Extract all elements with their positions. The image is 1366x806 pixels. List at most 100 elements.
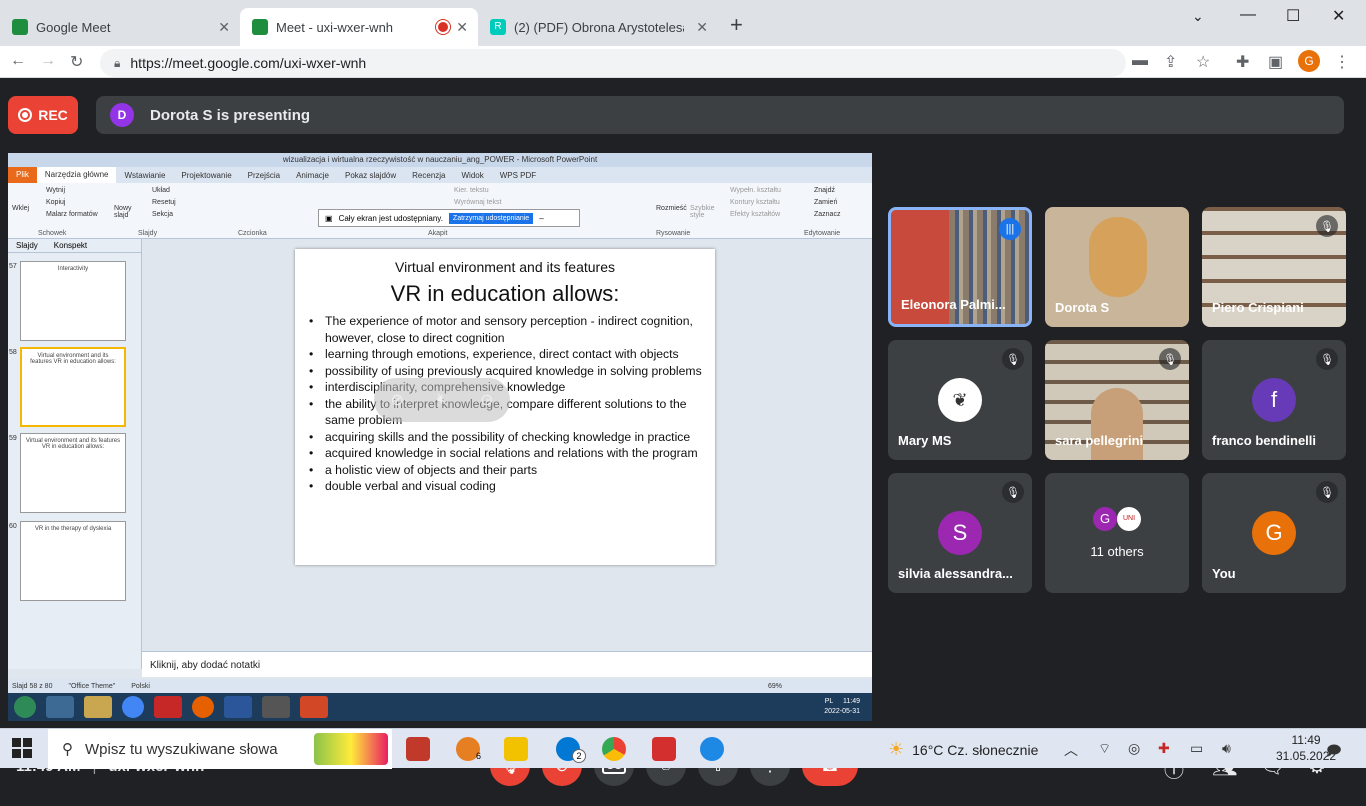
- volume-icon[interactable]: 🔊︎: [1222, 740, 1231, 757]
- ppt-text-direction[interactable]: Kier. tekstu: [454, 187, 489, 194]
- ppt-tab-plik[interactable]: Plik: [8, 167, 37, 183]
- weather-text: 16°C Cz. słonecznie: [912, 741, 1039, 758]
- minimize-icon[interactable]: —: [1240, 6, 1256, 24]
- ppt-shape-effects[interactable]: Efekty kształtów: [730, 211, 780, 218]
- ppt-tab[interactable]: Przejścia: [240, 171, 288, 180]
- ppt-shape-outline[interactable]: Kontury kształtu: [730, 199, 780, 206]
- tab-title: (2) (PDF) Obrona Arystotelesa: re: [514, 19, 684, 35]
- participant-tile[interactable]: 🎙︎ ❦ Mary MS: [888, 340, 1032, 460]
- ppt-tab[interactable]: WPS PDF: [492, 171, 544, 180]
- chevron-up-icon[interactable]: ︿: [1064, 740, 1078, 760]
- ppt-format-painter[interactable]: Malarz formatów: [46, 211, 98, 218]
- participant-tile[interactable]: ||| Eleonora Palmi...: [888, 207, 1032, 327]
- menu-dots-icon[interactable]: ⋮: [1334, 52, 1350, 72]
- extensions-icon[interactable]: ✚: [1236, 52, 1249, 72]
- profile-avatar[interactable]: G: [1298, 50, 1320, 72]
- close-icon[interactable]: ✕: [456, 19, 468, 36]
- tab-google-meet[interactable]: Google Meet ✕: [0, 8, 240, 46]
- ppt-cut[interactable]: Wytnij: [46, 187, 65, 194]
- slide-notes[interactable]: Kliknij, aby dodać notatki: [142, 651, 872, 677]
- taskbar-search[interactable]: ⚲ Wpisz tu wyszukiwane słowa: [48, 729, 392, 769]
- tab-slides[interactable]: Slajdy: [8, 239, 46, 252]
- slide-thumbnail-selected[interactable]: Virtual environment and its features VR …: [20, 347, 126, 427]
- stop-sharing-button[interactable]: Zatrzymaj udostępnianie: [448, 212, 534, 224]
- vpn-app-icon[interactable]: [700, 737, 724, 761]
- back-icon[interactable]: ←: [10, 52, 26, 70]
- presenter-avatar: D: [110, 103, 134, 127]
- slide-thumbnail[interactable]: VR in the therapy of dyslexia: [20, 521, 126, 601]
- bullet-item: the ability to interpret knowledge, comp…: [309, 396, 713, 429]
- remove-icon[interactable]: ⊖: [480, 390, 493, 410]
- ppt-replace[interactable]: Zamień: [814, 199, 837, 206]
- remote-clock: PL 11:49 2022-05-31: [824, 697, 860, 717]
- maximize-icon[interactable]: ☐: [1286, 6, 1300, 26]
- ppt-paste[interactable]: Wklej: [12, 205, 29, 212]
- ppt-copy[interactable]: Kopiuj: [46, 199, 65, 206]
- antivirus-icon[interactable]: ✚: [1158, 740, 1170, 757]
- participant-tile[interactable]: 🎙︎ f franco bendinelli: [1202, 340, 1346, 460]
- participant-name: Dorota S: [1055, 300, 1110, 315]
- close-icon[interactable]: ✕: [218, 19, 230, 36]
- meet-tray-icon[interactable]: ◎: [1128, 740, 1140, 757]
- reload-icon[interactable]: ↻: [70, 52, 83, 72]
- tab-pdf[interactable]: R (2) (PDF) Obrona Arystotelesa: re ✕: [478, 8, 718, 46]
- file-explorer-icon[interactable]: [504, 737, 528, 761]
- pin-off-icon[interactable]: ⊘: [391, 390, 404, 410]
- pdf-reader-icon[interactable]: [652, 737, 676, 761]
- participant-tile[interactable]: Dorota S: [1045, 207, 1189, 327]
- address-bar[interactable]: 🔒︎ https://meet.google.com/uxi-wxer-wnh: [100, 49, 1126, 77]
- participant-tile-others[interactable]: G UNI 11 others: [1045, 473, 1189, 593]
- tab-outline[interactable]: Konspekt: [46, 239, 95, 252]
- ppt-section[interactable]: Sekcja: [152, 211, 173, 218]
- ppt-tab-home[interactable]: Narzędzia główne: [36, 167, 117, 183]
- network-icon[interactable]: ⌔: [1098, 740, 1111, 758]
- ppt-select[interactable]: Zaznacz: [814, 211, 840, 218]
- slide-thumbnail[interactable]: Virtual environment and its features VR …: [20, 433, 126, 513]
- ppt-find[interactable]: Znajdź: [814, 187, 835, 194]
- share-icon[interactable]: ⇪: [1164, 52, 1177, 72]
- mic-off-icon: 🎙︎: [1316, 481, 1338, 503]
- window-close-icon[interactable]: ✕: [1332, 6, 1345, 26]
- slide-thumbnail[interactable]: Interactivity: [20, 261, 126, 341]
- ppt-tab[interactable]: Wstawianie: [116, 171, 173, 180]
- battery-icon[interactable]: ▭: [1190, 740, 1203, 757]
- ppt-quick-styles[interactable]: Szybkie style: [690, 205, 716, 219]
- ppt-tab[interactable]: Pokaz slajdów: [337, 171, 404, 180]
- forward-icon[interactable]: →: [40, 52, 56, 70]
- mute-off-icon[interactable]: 🔇︎: [437, 391, 447, 409]
- search-icon: ⚲: [62, 741, 73, 758]
- bookmark-star-icon[interactable]: ☆: [1196, 52, 1210, 72]
- ppt-align-text[interactable]: Wyrównaj tekst: [454, 199, 501, 206]
- tab-meet-active[interactable]: Meet - uxi-wxer-wnh ✕: [240, 8, 478, 46]
- ppt-reset[interactable]: Resetuj: [152, 199, 176, 206]
- participant-tile-self[interactable]: 🎙︎ G You: [1202, 473, 1346, 593]
- windows-start-icon[interactable]: [12, 738, 32, 758]
- ppt-tab[interactable]: Projektowanie: [173, 171, 239, 180]
- ppt-layout[interactable]: Układ: [152, 187, 170, 194]
- hide-banner-icon[interactable]: –: [539, 214, 543, 223]
- ppt-new-slide[interactable]: Nowy slajd: [114, 205, 136, 219]
- ppt-tab[interactable]: Animacje: [288, 171, 337, 180]
- participant-tile[interactable]: 🎙︎ sara pellegrini: [1045, 340, 1189, 460]
- ppt-shape-fill[interactable]: Wypełn. kształtu: [730, 187, 781, 194]
- camera-icon[interactable]: ▬: [1132, 52, 1148, 70]
- share-screen-icon: ▣: [325, 213, 333, 223]
- participant-tile[interactable]: 🎙︎ Piero Crispiani: [1202, 207, 1346, 327]
- notifications-icon[interactable]: 🗩︎: [1326, 740, 1342, 764]
- participant-tile[interactable]: 🎙︎ S silvia alessandra...: [888, 473, 1032, 593]
- close-icon[interactable]: ✕: [696, 19, 708, 36]
- weather-widget[interactable]: ☀︎ 16°C Cz. słonecznie: [888, 739, 1038, 760]
- bullet-item: a holistic view of objects and their par…: [309, 462, 713, 479]
- ppt-group-label: Rysowanie: [656, 230, 691, 237]
- meet-favicon-icon: [252, 19, 268, 35]
- ppt-tab[interactable]: Widok: [454, 171, 492, 180]
- chrome-icon[interactable]: [602, 737, 626, 761]
- uni-logo-icon: UNI: [1117, 507, 1141, 531]
- ppt-tab[interactable]: Recenzja: [404, 171, 453, 180]
- ppt-arrange[interactable]: Rozmieść: [656, 205, 687, 212]
- chevron-down-icon[interactable]: ⌄: [1192, 8, 1204, 25]
- video-feed: [1091, 388, 1143, 460]
- side-panel-icon[interactable]: ▣: [1268, 52, 1283, 72]
- new-tab-icon[interactable]: +: [730, 12, 743, 38]
- presentation-app-icon[interactable]: [406, 737, 430, 761]
